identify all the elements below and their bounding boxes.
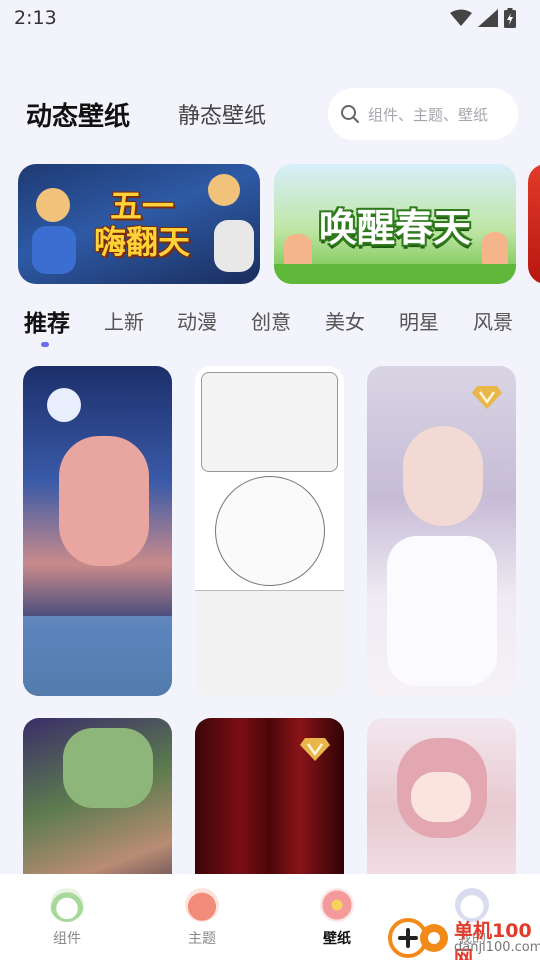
category-celebrity[interactable]: 明星 xyxy=(399,306,439,335)
category-scenery[interactable]: 风景 xyxy=(473,306,513,335)
wifi-icon xyxy=(450,9,472,26)
tab-dynamic-wallpaper[interactable]: 动态壁纸 xyxy=(26,96,130,133)
nav-label: 主题 xyxy=(188,931,216,947)
nav-theme[interactable]: 主题 xyxy=(162,888,242,948)
search-input[interactable]: 组件、主题、壁纸 xyxy=(328,88,518,140)
category-beauty[interactable]: 美女 xyxy=(325,306,365,335)
tab-static-wallpaper[interactable]: 静态壁纸 xyxy=(178,98,266,130)
header: 动态壁纸 静态壁纸 组件、主题、壁纸 xyxy=(0,86,540,142)
search-icon xyxy=(341,105,359,123)
category-recommended[interactable]: 推荐 xyxy=(24,304,70,338)
banner-title: 唤醒春天 xyxy=(318,205,471,250)
banner-title: 五一 嗨翻天 xyxy=(93,187,190,261)
wallpaper-icon xyxy=(320,888,354,922)
search-placeholder: 组件、主题、壁纸 xyxy=(368,105,489,124)
status-icons xyxy=(450,8,516,28)
signal-icon xyxy=(478,9,498,27)
nav-widget[interactable]: 组件 xyxy=(27,888,107,948)
status-time: 2:13 xyxy=(14,7,57,29)
nav-wallpaper[interactable]: 壁纸 xyxy=(297,888,377,948)
nav-label: 壁纸 xyxy=(323,931,351,947)
wallpaper-card[interactable] xyxy=(367,718,516,874)
banner-spring[interactable]: 唤醒春天 xyxy=(274,164,516,284)
category-new[interactable]: 上新 xyxy=(104,306,144,335)
watermark-url: danji100.com xyxy=(454,940,540,955)
wallpaper-card[interactable] xyxy=(195,718,344,874)
vip-badge-icon xyxy=(300,738,330,761)
watermark-logo-icon xyxy=(388,918,448,958)
banner-partial[interactable] xyxy=(528,164,540,284)
nav-label: 组件 xyxy=(53,931,81,947)
battery-charging-icon xyxy=(504,8,516,28)
theme-icon xyxy=(185,888,219,922)
vip-badge-icon xyxy=(472,386,502,409)
banner-may-day[interactable]: 五一 嗨翻天 xyxy=(18,164,260,284)
status-bar: 2:13 xyxy=(0,0,540,36)
wallpaper-card[interactable] xyxy=(367,366,516,696)
category-creative[interactable]: 创意 xyxy=(251,306,291,335)
active-tab-indicator xyxy=(41,342,49,347)
widget-icon xyxy=(50,888,84,922)
wallpaper-card[interactable] xyxy=(195,366,344,696)
category-tabs: 推荐 上新 动漫 创意 美女 明星 风景 xyxy=(0,302,540,348)
wallpaper-card[interactable] xyxy=(23,718,172,874)
banner-carousel: 五一 嗨翻天 唤醒春天 xyxy=(0,164,540,286)
wallpaper-card[interactable] xyxy=(23,366,172,696)
wallpaper-grid xyxy=(0,366,540,874)
watermark: 单机100网 danji100.com xyxy=(386,912,540,960)
category-anime[interactable]: 动漫 xyxy=(177,306,217,335)
